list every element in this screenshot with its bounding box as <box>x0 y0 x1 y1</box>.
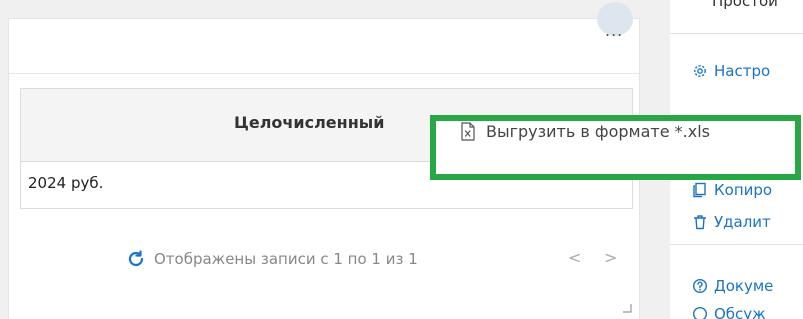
resize-handle-icon[interactable] <box>622 303 632 313</box>
sidebar-divider <box>670 33 803 34</box>
menu-item-label: Выгрузить в формате *.xls <box>486 122 710 141</box>
trash-icon <box>694 215 706 230</box>
refresh-icon[interactable] <box>126 249 146 269</box>
menu-item-export-xls[interactable]: Выгрузить в формате *.xls <box>460 122 710 141</box>
sidebar-title: Простой <box>712 0 778 10</box>
more-options-icon[interactable]: ... <box>605 23 623 39</box>
sidebar-item-documents[interactable]: Докуме <box>692 277 773 295</box>
copy-icon <box>693 182 706 198</box>
table-cell-value: 2024 руб. <box>28 174 104 192</box>
pagination-text: Отображены записи с 1 по 1 из 1 <box>154 250 418 268</box>
sidebar-item-label: Копиро <box>714 181 773 199</box>
prev-page-button[interactable]: < <box>568 248 581 267</box>
sidebar-item-delete[interactable]: Удалит <box>692 213 771 231</box>
sidebar-item-discussion[interactable]: Обсуж <box>692 305 766 319</box>
pagination-status: Отображены записи с 1 по 1 из 1 <box>126 249 418 269</box>
card-header <box>9 19 639 74</box>
sidebar-item-label: Обсуж <box>714 305 766 319</box>
sidebar-item-settings[interactable]: Настро <box>692 62 770 80</box>
xls-file-icon <box>461 122 475 141</box>
help-icon <box>692 278 708 294</box>
discussion-icon <box>693 307 707 319</box>
sidebar-item-label: Докуме <box>714 277 774 295</box>
next-page-button[interactable]: > <box>604 248 617 267</box>
sidebar-item-label: Настро <box>714 62 771 80</box>
column-header-integer[interactable]: Целочисленный <box>234 113 384 132</box>
sidebar-item-label: Удалит <box>714 213 771 231</box>
sidebar-item-copy[interactable]: Копиро <box>692 181 772 199</box>
gear-icon <box>694 65 706 77</box>
sidebar-divider <box>670 244 803 245</box>
